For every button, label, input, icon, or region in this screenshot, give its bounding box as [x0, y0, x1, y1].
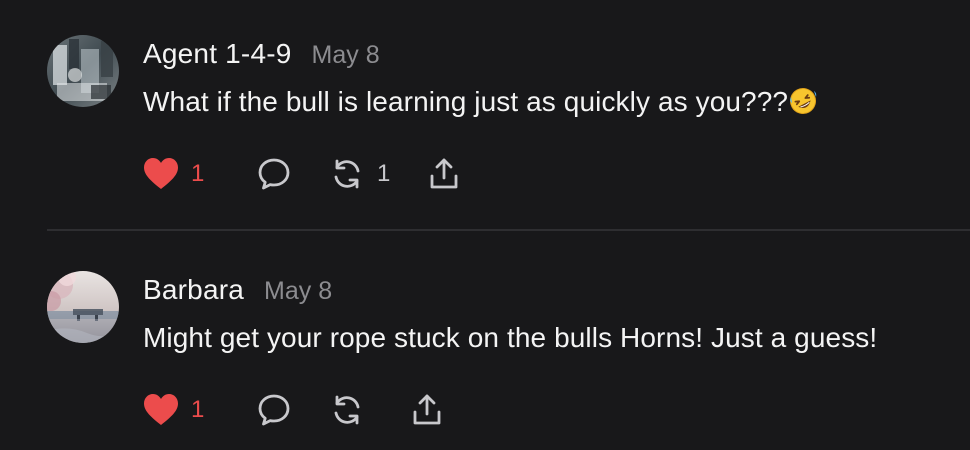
- comment-header: Agent 1-4-9 May 8: [143, 38, 380, 70]
- share-button[interactable]: [409, 392, 445, 428]
- avatar[interactable]: [47, 271, 119, 343]
- like-button[interactable]: 1: [143, 156, 204, 192]
- heart-icon: [144, 394, 178, 425]
- share-icon: [413, 394, 441, 425]
- like-count: 1: [191, 160, 205, 187]
- reply-button[interactable]: [256, 156, 292, 192]
- author-name[interactable]: Barbara: [143, 274, 244, 306]
- share-icon: [430, 158, 458, 189]
- comment-actions: 1 1: [143, 156, 503, 192]
- avatar[interactable]: [47, 35, 119, 107]
- rolling-on-floor-laughing-icon: [789, 87, 817, 115]
- heart-icon: [144, 158, 178, 189]
- comment-feed: Agent 1-4-9 May 8 What if the bull is le…: [0, 0, 970, 450]
- like-button[interactable]: 1: [143, 392, 204, 428]
- restack-button[interactable]: 1: [329, 156, 390, 192]
- comment-header: Barbara May 8: [143, 274, 332, 306]
- comment-text: What if the bull is learning just as qui…: [143, 86, 817, 118]
- comment-divider: [47, 229, 970, 231]
- comment-date: May 8: [264, 277, 333, 305]
- comment-text-content: What if the bull is learning just as qui…: [143, 86, 789, 117]
- restack-icon: [334, 395, 360, 425]
- comment-date: May 8: [311, 41, 380, 69]
- share-button[interactable]: [426, 156, 462, 192]
- comment-bubble-icon: [258, 158, 290, 190]
- comment-bubble-icon: [258, 394, 290, 426]
- like-count: 1: [191, 396, 205, 423]
- comment-text-content: Might get your rope stuck on the bulls H…: [143, 322, 878, 353]
- author-name[interactable]: Agent 1-4-9: [143, 38, 292, 70]
- comment-actions: 1: [143, 392, 503, 428]
- comment-text: Might get your rope stuck on the bulls H…: [143, 322, 877, 354]
- restack-count: 1: [377, 160, 391, 187]
- reply-button[interactable]: [256, 392, 292, 428]
- restack-icon: [334, 159, 360, 189]
- restack-button[interactable]: [329, 392, 377, 428]
